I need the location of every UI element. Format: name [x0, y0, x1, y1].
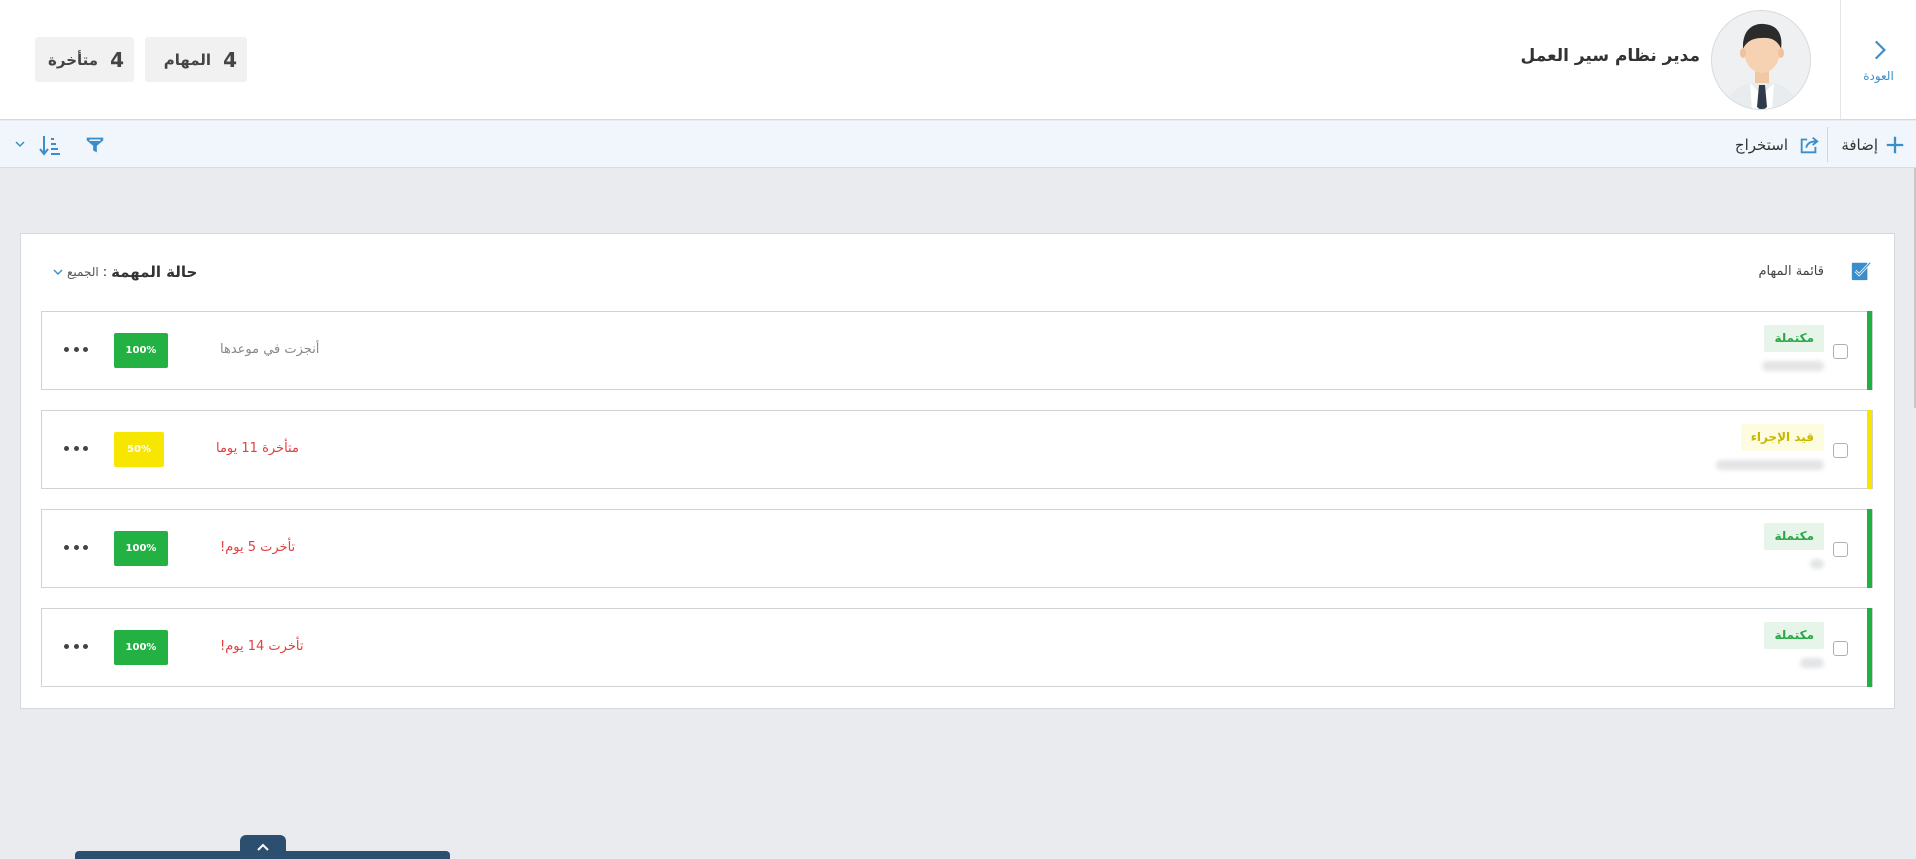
tasks-count-label: المهام: [163, 50, 212, 69]
chevron-down-icon: [53, 269, 63, 275]
add-label: إضافة: [1841, 135, 1878, 154]
late-count-badge[interactable]: 4 متأخرة: [35, 37, 134, 82]
more-dots-icon[interactable]: [64, 339, 88, 359]
export-button[interactable]: استخراج: [1735, 121, 1820, 168]
task-checkbox[interactable]: [1833, 443, 1848, 458]
more-dots-icon[interactable]: [64, 636, 88, 656]
task-list-panel: قائمة المهام حالة المهمة : الجميع مكتملة…: [20, 233, 1895, 709]
status-bar: [1867, 509, 1872, 588]
more-dots-icon[interactable]: [64, 438, 88, 458]
status-badge: مكتملة: [1764, 622, 1824, 649]
task-checkbox[interactable]: [1833, 542, 1848, 557]
toolbar: إضافة استخراج: [0, 121, 1916, 168]
page-header: العودة مدير نظام سير العمل 4 المهام 4 مت…: [0, 0, 1916, 120]
progress-badge: 100%: [114, 531, 168, 566]
status-filter-colon: :: [102, 264, 108, 280]
back-button[interactable]: العودة: [1840, 0, 1916, 119]
export-icon: [1800, 136, 1819, 153]
export-label: استخراج: [1734, 135, 1788, 154]
chevron-up-icon: [257, 843, 269, 851]
plus-icon: [1886, 136, 1904, 153]
chevron-right-icon: [1874, 40, 1886, 59]
task-row[interactable]: مكتملة أنجزت في موعدها 100%: [41, 311, 1873, 390]
status-bar: [1867, 410, 1872, 489]
tasks-count-badge[interactable]: 4 المهام: [145, 37, 247, 82]
status-filter-dropdown[interactable]: حالة المهمة : الجميع: [53, 263, 197, 281]
task-checkbox[interactable]: [1833, 344, 1848, 359]
task-row[interactable]: مكتملة تأخرت 14 يوم! 100%: [41, 608, 1873, 687]
sort-icon[interactable]: [38, 133, 62, 157]
status-filter-label: حالة المهمة: [111, 263, 198, 281]
user-avatar-icon: [1712, 11, 1810, 109]
status-bar: [1867, 608, 1872, 687]
task-row[interactable]: مكتملة تأخرت 5 يوم! 100%: [41, 509, 1873, 588]
progress-badge: 100%: [114, 333, 168, 368]
filter-icon[interactable]: [84, 134, 106, 156]
chevron-down-icon[interactable]: [14, 138, 26, 150]
tasks-count: 4: [223, 47, 237, 72]
task-title-redacted: [1800, 658, 1824, 668]
more-dots-icon[interactable]: [64, 537, 88, 557]
task-list-icon: [1851, 261, 1872, 281]
status-badge: مكتملة: [1764, 523, 1824, 550]
collapse-toggle[interactable]: [240, 835, 286, 859]
task-due-message: تأخرت 14 يوم!: [220, 639, 304, 654]
avatar[interactable]: [1711, 10, 1811, 110]
status-filter-value: الجميع: [67, 265, 99, 279]
status-badge: مكتملة: [1764, 325, 1824, 352]
status-bar: [1867, 311, 1872, 390]
task-due-message: تأخرت 5 يوم!: [220, 540, 296, 555]
task-checkbox[interactable]: [1833, 641, 1848, 656]
progress-badge: 100%: [114, 630, 168, 665]
late-count: 4: [110, 47, 124, 72]
late-count-label: متأخرة: [48, 50, 99, 69]
status-badge: قيد الإجراء: [1740, 424, 1824, 451]
toolbar-divider: [1827, 127, 1828, 162]
user-title: مدير نظام سير العمل: [1520, 46, 1700, 66]
panel-title: قائمة المهام: [1758, 264, 1824, 279]
task-title-redacted: [1716, 460, 1824, 470]
task-row[interactable]: قيد الإجراء متأخرة 11 يوما 50%: [41, 410, 1873, 489]
task-due-message: متأخرة 11 يوما: [216, 441, 299, 456]
task-title-redacted: [1810, 559, 1824, 569]
add-button[interactable]: إضافة: [1841, 121, 1906, 168]
back-label: العودة: [1863, 68, 1894, 83]
task-due-message: أنجزت في موعدها: [220, 342, 320, 357]
task-title-redacted: [1762, 361, 1824, 371]
progress-badge: 50%: [114, 432, 164, 467]
